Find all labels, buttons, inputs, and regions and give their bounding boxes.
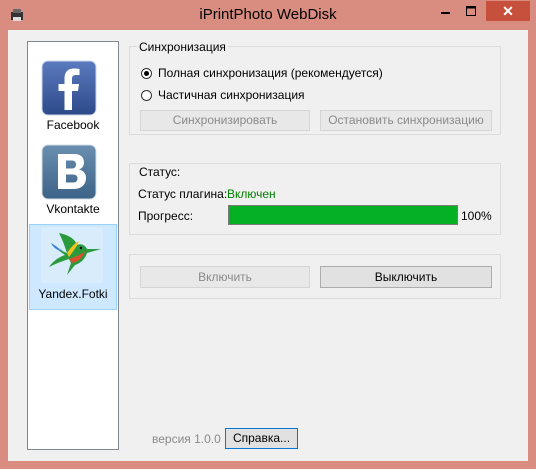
- vkontakte-icon: [41, 144, 97, 200]
- sync-button[interactable]: Синхронизировать: [140, 110, 310, 131]
- sidebar-item-yandex-fotki[interactable]: Yandex.Fotki: [29, 224, 117, 310]
- sidebar-item-label: Yandex.Fotki: [38, 287, 108, 301]
- app-window: iPrintPhoto WebDisk ✕ Facebook Vkontakte…: [0, 0, 536, 469]
- sidebar-item-facebook[interactable]: Facebook: [28, 56, 118, 134]
- version-label: версия 1.0.0: [152, 432, 221, 446]
- client-area: Facebook Vkontakte Yandex.Fotki Синхрони…: [8, 30, 528, 461]
- sync-group-title: Синхронизация: [137, 40, 228, 54]
- radio-partial-sync-indicator[interactable]: [141, 90, 152, 101]
- close-icon: ✕: [502, 3, 514, 19]
- service-sidebar: Facebook Vkontakte Yandex.Fotki: [27, 41, 119, 450]
- radio-full-sync-indicator[interactable]: [141, 68, 152, 79]
- close-button[interactable]: ✕: [486, 1, 530, 21]
- progress-bar: [228, 205, 458, 225]
- progress-label: Прогресс:: [138, 209, 194, 223]
- status-group-title: Статус:: [137, 165, 183, 179]
- progress-percent: 100%: [461, 209, 492, 223]
- sync-group: Синхронизация Полная синхронизация (реко…: [129, 40, 501, 135]
- actions-group: Включить Выключить: [129, 254, 501, 299]
- enable-button[interactable]: Включить: [140, 266, 310, 288]
- progress-fill: [229, 206, 457, 224]
- help-button[interactable]: Справка...: [225, 428, 298, 449]
- sidebar-item-label: Facebook: [46, 118, 100, 132]
- minimize-icon: [441, 12, 450, 14]
- plugin-status-label: Статус плагина:: [138, 187, 228, 201]
- disable-button[interactable]: Выключить: [320, 266, 492, 288]
- radio-full-sync-label: Полная синхронизация (рекомендуется): [158, 66, 383, 80]
- sidebar-item-vkontakte[interactable]: Vkontakte: [28, 140, 118, 218]
- hummingbird-icon: [41, 227, 103, 283]
- maximize-button[interactable]: [458, 1, 484, 21]
- stop-sync-button[interactable]: Остановить синхронизацию: [320, 110, 492, 131]
- sidebar-item-label: Vkontakte: [46, 202, 100, 216]
- status-group: Статус: Статус плагина: Включен Прогресс…: [129, 163, 501, 235]
- radio-partial-sync-label: Частичная синхронизация: [158, 88, 305, 102]
- minimize-button[interactable]: [432, 1, 458, 21]
- facebook-icon: [41, 60, 97, 116]
- title-bar[interactable]: iPrintPhoto WebDisk ✕: [0, 0, 536, 30]
- maximize-icon: [466, 6, 476, 16]
- plugin-status-value: Включен: [227, 187, 276, 201]
